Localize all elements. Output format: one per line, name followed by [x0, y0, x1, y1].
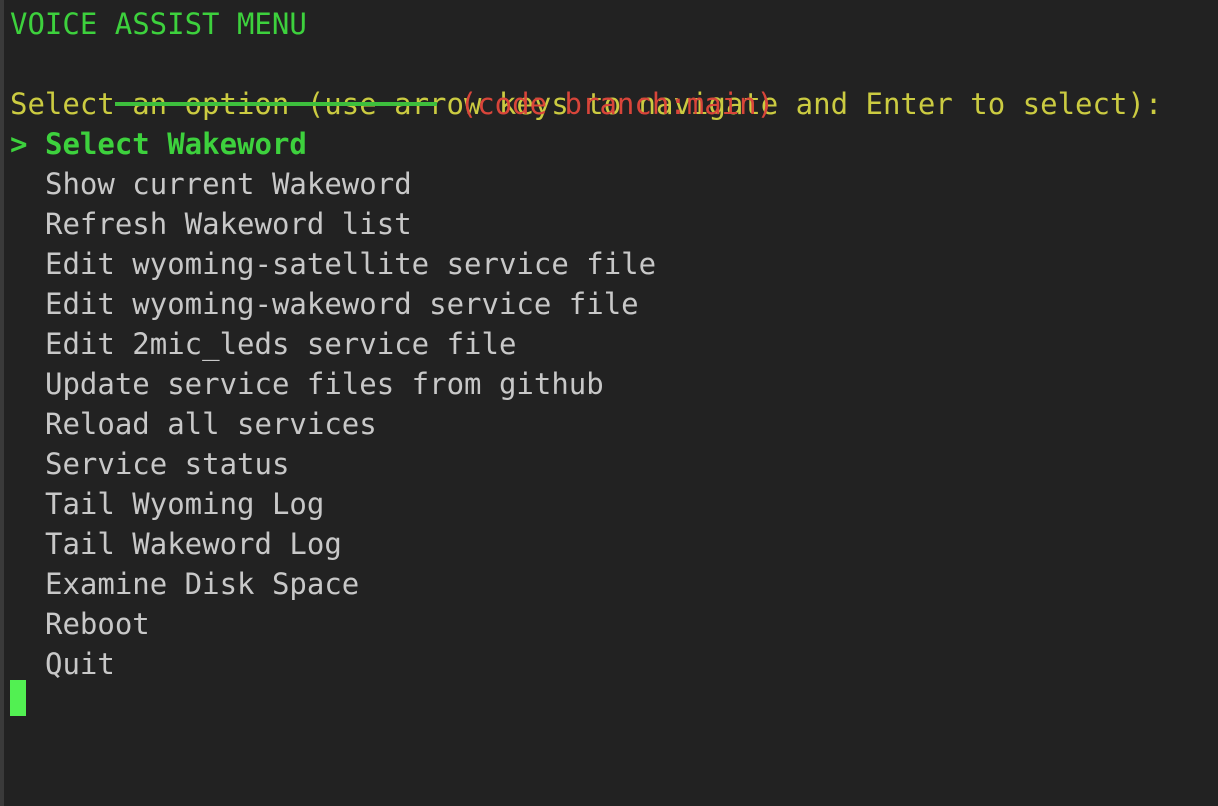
menu-item[interactable]: Service status — [0, 444, 1218, 484]
title-rule-row: (code branch:main) — [0, 44, 1218, 121]
menu-item-label: Refresh Wakeword list — [45, 207, 412, 241]
title-underline — [114, 102, 437, 106]
menu-item-label: Update service files from github — [45, 367, 604, 401]
menu-item-gutter — [10, 324, 45, 364]
menu-item-label: Tail Wyoming Log — [45, 487, 325, 521]
menu-item-label: Edit wyoming-satellite service file — [45, 247, 657, 281]
menu-item[interactable]: Refresh Wakeword list — [0, 204, 1218, 244]
menu-title: VOICE ASSIST MENU — [10, 7, 307, 41]
menu-item[interactable]: Quit — [0, 644, 1218, 684]
menu-list: > Select Wakeword Show current Wakeword R… — [0, 124, 1218, 684]
menu-item[interactable]: Tail Wakeword Log — [0, 524, 1218, 564]
menu-item-gutter — [10, 164, 45, 204]
menu-item[interactable]: Edit wyoming-wakeword service file — [0, 284, 1218, 324]
menu-item-gutter — [10, 284, 45, 324]
menu-item[interactable]: Tail Wyoming Log — [0, 484, 1218, 524]
menu-item-gutter — [10, 204, 45, 244]
menu-item-label: Service status — [45, 447, 290, 481]
menu-item-label: Edit wyoming-wakeword service file — [45, 287, 639, 321]
terminal-window[interactable]: VOICE ASSIST MENU (code branch:main) Sel… — [0, 0, 1218, 806]
menu-item[interactable]: Show current Wakeword — [0, 164, 1218, 204]
menu-item-gutter — [10, 484, 45, 524]
menu-item[interactable]: Examine Disk Space — [0, 564, 1218, 604]
menu-item-label: Examine Disk Space — [45, 567, 360, 601]
menu-item-gutter — [10, 364, 45, 404]
menu-item[interactable]: Edit 2mic_leds service file — [0, 324, 1218, 364]
menu-item-label: Show current Wakeword — [45, 167, 412, 201]
code-branch-label: (code branch:main) — [459, 87, 775, 121]
menu-item-label: Select Wakeword — [45, 127, 307, 161]
menu-item-label: Reboot — [45, 607, 150, 641]
menu-item-label: Edit 2mic_leds service file — [45, 327, 517, 361]
menu-item-gutter — [10, 244, 45, 284]
menu-item-gutter — [10, 564, 45, 604]
menu-item-gutter — [10, 404, 45, 444]
menu-item[interactable]: Edit wyoming-satellite service file — [0, 244, 1218, 284]
terminal-screen: VOICE ASSIST MENU (code branch:main) Sel… — [0, 0, 1218, 806]
menu-item-gutter — [10, 644, 45, 684]
menu-item-label: Reload all services — [45, 407, 377, 441]
menu-item-label: Tail Wakeword Log — [45, 527, 342, 561]
menu-item-gutter — [10, 444, 45, 484]
menu-item[interactable]: Reload all services — [0, 404, 1218, 444]
menu-item-label: Quit — [45, 647, 115, 681]
menu-item-gutter — [10, 524, 45, 564]
terminal-cursor — [10, 680, 26, 716]
menu-item-gutter — [10, 604, 45, 644]
menu-item[interactable]: Update service files from github — [0, 364, 1218, 404]
menu-item[interactable]: > Select Wakeword — [0, 124, 1218, 164]
menu-item[interactable]: Reboot — [0, 604, 1218, 644]
